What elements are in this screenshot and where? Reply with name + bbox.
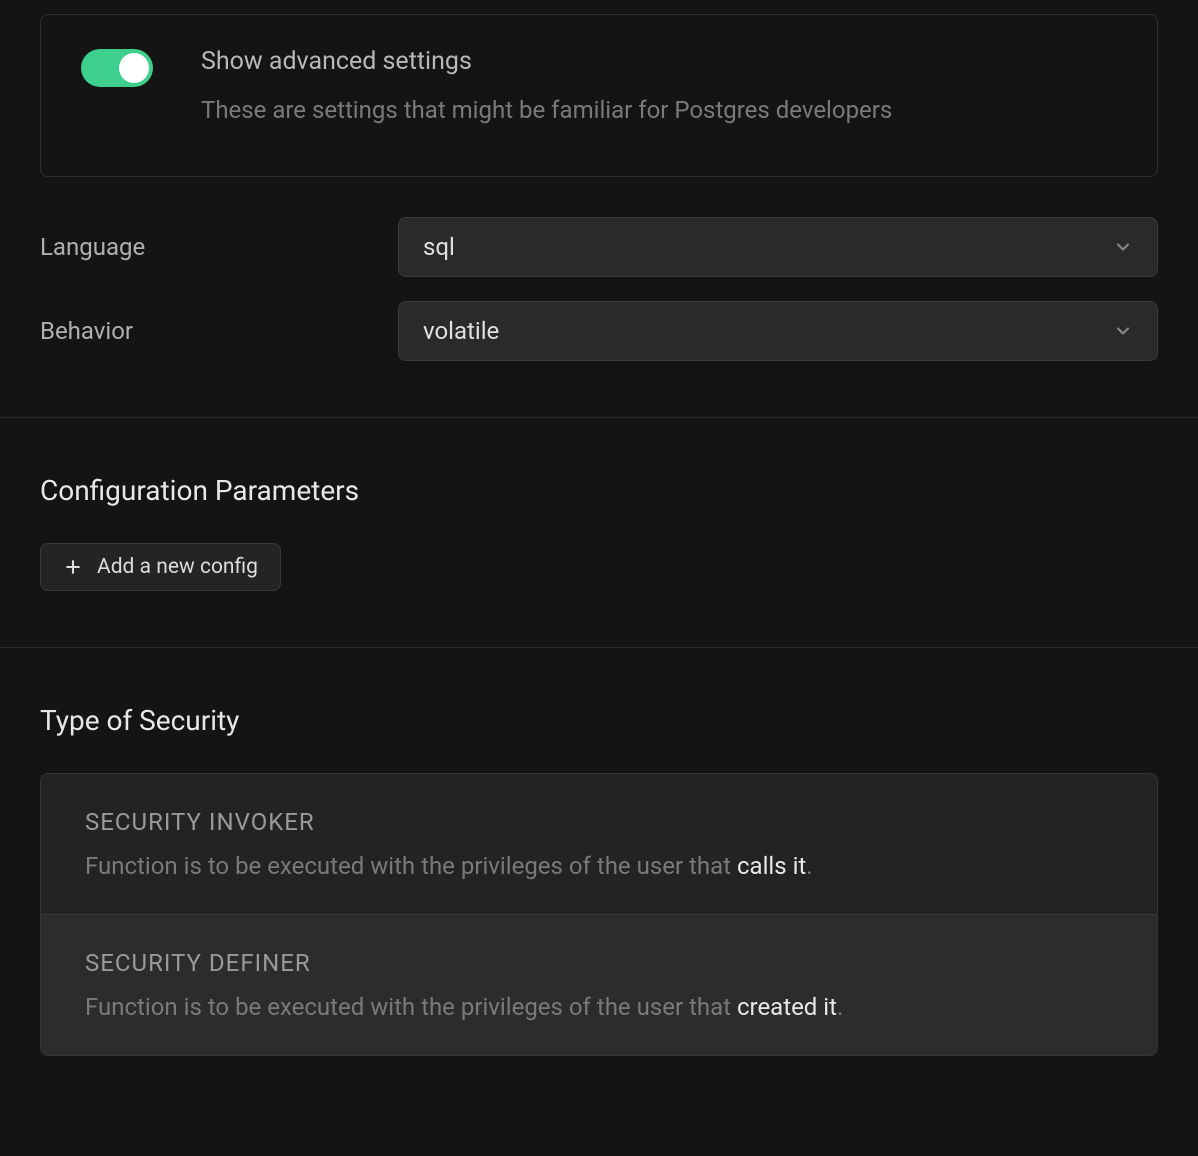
plus-icon (63, 557, 83, 577)
advanced-toggle[interactable] (81, 49, 153, 87)
advanced-settings-panel: Show advanced settings These are setting… (40, 14, 1158, 177)
advanced-title: Show advanced settings (201, 47, 892, 76)
chevron-down-icon (1113, 321, 1133, 341)
language-select[interactable]: sql (398, 217, 1158, 277)
config-params-title: Configuration Parameters (40, 474, 1158, 507)
security-option-desc: Function is to be executed with the priv… (85, 993, 1113, 1021)
security-option-invoker[interactable]: SECURITY INVOKER Function is to be execu… (41, 774, 1157, 914)
security-option-title: SECURITY DEFINER (85, 949, 1113, 977)
security-option-title: SECURITY INVOKER (85, 808, 1113, 836)
security-option-desc: Function is to be executed with the priv… (85, 852, 1113, 880)
advanced-description: These are settings that might be familia… (201, 96, 892, 124)
add-config-button[interactable]: Add a new config (40, 543, 281, 591)
add-config-label: Add a new config (97, 555, 258, 579)
behavior-label: Behavior (40, 317, 398, 345)
security-title: Type of Security (40, 704, 1158, 737)
toggle-knob (119, 53, 149, 83)
security-options: SECURITY INVOKER Function is to be execu… (40, 773, 1158, 1056)
behavior-value: volatile (423, 317, 499, 345)
chevron-down-icon (1113, 237, 1133, 257)
behavior-select[interactable]: volatile (398, 301, 1158, 361)
security-option-definer[interactable]: SECURITY DEFINER Function is to be execu… (41, 914, 1157, 1055)
language-label: Language (40, 233, 398, 261)
behavior-row: Behavior volatile (40, 301, 1158, 361)
language-row: Language sql (40, 217, 1158, 277)
language-value: sql (423, 233, 455, 261)
